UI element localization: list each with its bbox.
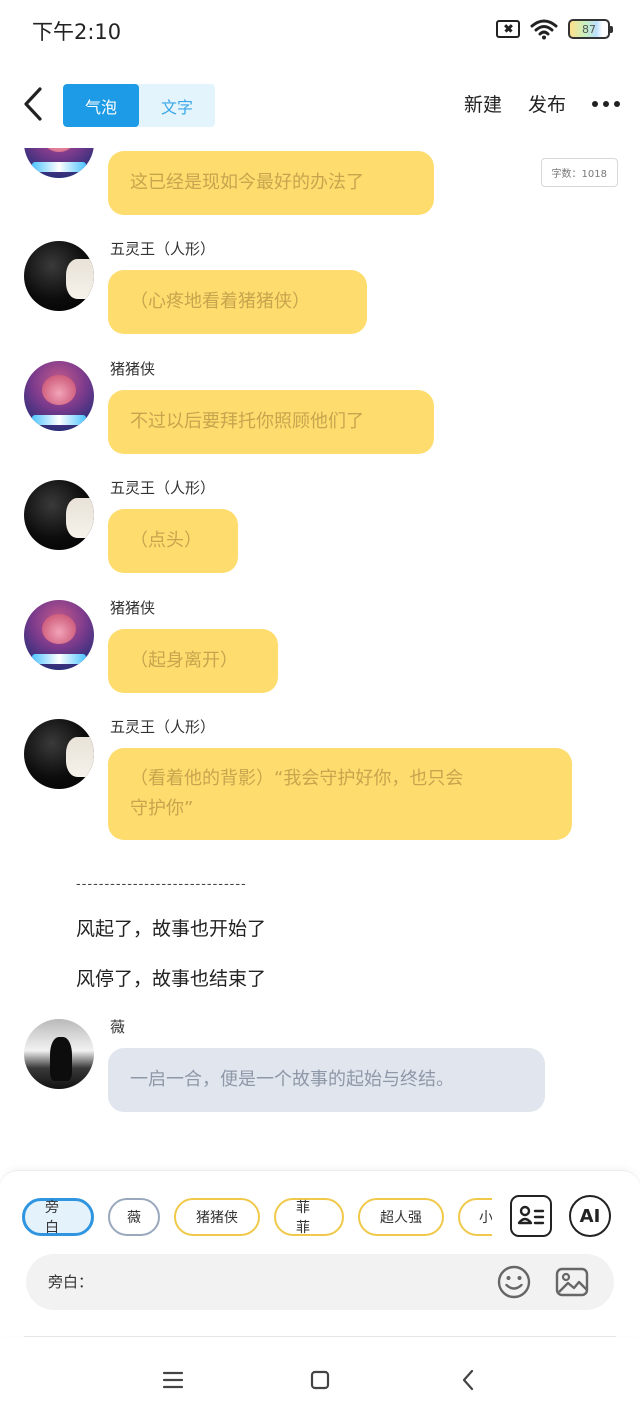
- back-triangle-icon: [462, 1369, 474, 1391]
- message-line: （看着他的背影）“我会守护好你，也只会: [130, 768, 464, 789]
- image-icon[interactable]: [554, 1264, 590, 1300]
- speaker-name: 猪猪侠: [110, 599, 156, 617]
- new-button[interactable]: 新建: [464, 90, 502, 117]
- message-bubble[interactable]: （心疼地看着猪猪侠）: [108, 270, 367, 334]
- message-bubble[interactable]: （点头）: [108, 509, 238, 573]
- tab-text[interactable]: 文字: [139, 84, 215, 127]
- role-chip-xiao[interactable]: 小: [458, 1198, 492, 1236]
- menu-button[interactable]: [158, 1365, 188, 1395]
- top-nav: 气泡 文字 新建 发布: [0, 70, 640, 140]
- message-line: 守护你”: [130, 798, 194, 819]
- message-bubble[interactable]: （起身离开）: [108, 629, 278, 693]
- pig-avatar-icon[interactable]: [24, 148, 94, 178]
- chevron-left-icon: [24, 87, 42, 121]
- speaker-name: 五灵王（人形）: [110, 718, 216, 736]
- view-mode-toggle: 气泡 文字: [63, 84, 215, 127]
- speaker-name: 五灵王（人形）: [110, 479, 216, 497]
- message-bubble[interactable]: 不过以后要拜托你照顾他们了: [108, 390, 434, 454]
- chat-area[interactable]: 这已经是现如今最好的办法了 字数：1018 五灵王（人形） （心疼地看着猪猪侠）…: [0, 148, 640, 1158]
- dark-portrait-avatar-icon[interactable]: [24, 241, 94, 311]
- input-bar: 旁白：: [26, 1254, 614, 1310]
- message-bubble[interactable]: （看着他的背影）“我会守护好你，也只会 守护你”: [108, 748, 572, 840]
- system-back-button[interactable]: [453, 1365, 483, 1395]
- no-sim-icon: [496, 20, 520, 38]
- menu-icon: [162, 1371, 184, 1389]
- role-chip-list[interactable]: 旁白 薇 猪猪侠 菲菲 超人强 小: [22, 1198, 492, 1238]
- back-button[interactable]: [18, 84, 48, 124]
- home-button[interactable]: [305, 1365, 335, 1395]
- publish-button[interactable]: 发布: [528, 90, 566, 117]
- message-bubble[interactable]: 一启一合，便是一个故事的起始与终结。: [108, 1048, 545, 1112]
- message-bubble[interactable]: 这已经是现如今最好的办法了: [108, 151, 434, 215]
- role-chip-feifei[interactable]: 菲菲: [274, 1198, 344, 1236]
- system-separator: [24, 1336, 616, 1337]
- wifi-icon: [530, 19, 558, 40]
- input-role-label: 旁白：: [48, 1273, 94, 1291]
- status-icons: 87: [496, 18, 613, 40]
- speaker-name: 猪猪侠: [110, 360, 156, 378]
- system-navigation-bar: [0, 1355, 640, 1405]
- word-count-badge: 字数：1018: [540, 158, 618, 187]
- role-chip-narrator[interactable]: 旁白: [22, 1198, 94, 1236]
- role-card-button[interactable]: [510, 1195, 552, 1237]
- ai-button[interactable]: AI: [569, 1195, 611, 1237]
- dark-portrait-avatar-icon[interactable]: [24, 719, 94, 789]
- nav-actions: 新建 发布: [464, 90, 620, 117]
- pig-avatar-icon[interactable]: [24, 600, 94, 670]
- scene-divider: ------------------------------: [76, 877, 247, 892]
- role-chip-wei[interactable]: 薇: [108, 1198, 160, 1236]
- battery-icon: 87: [568, 19, 613, 39]
- contact-card-icon: [517, 1205, 545, 1225]
- role-chip-zhuzhuxia[interactable]: 猪猪侠: [174, 1198, 260, 1236]
- speaker-name: 薇: [110, 1018, 126, 1036]
- pig-avatar-icon[interactable]: [24, 361, 94, 431]
- girl-portrait-avatar-icon[interactable]: [24, 1019, 94, 1089]
- narration-text[interactable]: 风停了，故事也结束了: [76, 964, 266, 991]
- status-bar: 下午2:10 87: [0, 0, 640, 60]
- status-time: 下午2:10: [32, 20, 122, 44]
- tab-bubble[interactable]: 气泡: [63, 84, 139, 127]
- home-square-icon: [310, 1370, 330, 1390]
- emoji-icon[interactable]: [496, 1264, 532, 1300]
- battery-level: 87: [582, 22, 596, 36]
- speaker-name: 五灵王（人形）: [110, 240, 216, 258]
- compose-panel: 旁白 薇 猪猪侠 菲菲 超人强 小 AI 旁白：: [0, 1170, 640, 1336]
- narration-text[interactable]: 风起了，故事也开始了: [76, 914, 266, 941]
- dark-portrait-avatar-icon[interactable]: [24, 480, 94, 550]
- role-chip-chaorenqiang[interactable]: 超人强: [358, 1198, 444, 1236]
- more-icon[interactable]: [592, 100, 620, 107]
- message-input[interactable]: [98, 1262, 478, 1302]
